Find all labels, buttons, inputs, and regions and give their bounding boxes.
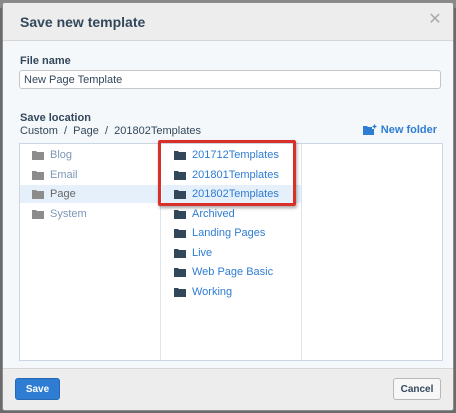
folder-item-archived[interactable]: Archived <box>162 205 301 223</box>
folder-icon <box>174 268 186 277</box>
folder-icon <box>32 190 44 199</box>
close-icon[interactable]: ✕ <box>427 12 443 28</box>
folder-column-empty <box>303 144 442 360</box>
folder-browser: Blog Email Page System 201712Templates 20180… <box>19 143 443 361</box>
folder-item-live[interactable]: Live <box>162 244 301 262</box>
folder-item-working[interactable]: Working <box>162 283 301 301</box>
folder-icon <box>32 170 44 180</box>
cancel-button[interactable]: Cancel <box>393 378 441 400</box>
folder-item-201712templates[interactable]: 201712Templates <box>162 146 301 164</box>
folder-item-label: 201802Templates <box>192 188 279 200</box>
folder-item-label: 201801Templates <box>192 168 279 181</box>
folder-item-label: Email <box>50 168 78 181</box>
folder-icon <box>174 151 186 160</box>
folder-item-label: System <box>50 207 87 220</box>
save-location-path: Custom / Page / 201802Templates <box>20 125 201 137</box>
folder-item-blog[interactable]: Blog <box>20 146 160 164</box>
folder-item-label: Archived <box>192 207 235 220</box>
folder-icon <box>174 248 186 258</box>
folder-item-label: Blog <box>50 149 73 161</box>
folder-icon <box>32 151 44 160</box>
folder-icon <box>174 190 186 199</box>
folder-icon <box>174 287 186 297</box>
dialog-header: Save new template ✕ <box>3 3 453 41</box>
folder-icon <box>174 209 186 219</box>
folder-icon <box>32 209 44 219</box>
folder-item-label: 201712Templates <box>192 149 279 161</box>
folder-column-page: 201712Templates 201801Templates 201802Temp… <box>162 144 302 360</box>
folder-column-root: Blog Email Page System <box>20 144 161 360</box>
folder-item-201802templates[interactable]: 201802Templates <box>162 185 301 203</box>
new-folder-label: New folder <box>380 124 437 136</box>
folder-item-label: Working <box>192 285 233 298</box>
folder-item-web-page-basic[interactable]: Web Page Basic <box>162 263 301 281</box>
new-folder-icon <box>362 124 377 135</box>
folder-item-page[interactable]: Page <box>20 185 160 203</box>
folder-icon <box>174 229 186 238</box>
folder-item-201801templates[interactable]: 201801Templates <box>162 166 301 184</box>
new-folder-button[interactable]: New folder <box>362 123 437 137</box>
dialog-title: Save new template <box>20 14 146 30</box>
folder-item-landing-pages[interactable]: Landing Pages <box>162 224 301 242</box>
folder-item-label: Page <box>50 188 76 200</box>
file-name-input[interactable] <box>19 70 441 89</box>
save-template-dialog: Save new template ✕ File name Save locat… <box>2 2 454 411</box>
folder-item-email[interactable]: Email <box>20 166 160 184</box>
folder-item-system[interactable]: System <box>20 205 160 223</box>
dialog-footer: Save Cancel <box>3 368 453 410</box>
save-button[interactable]: Save <box>15 378 60 400</box>
folder-item-label: Live <box>192 246 213 259</box>
file-name-label: File name <box>20 55 71 67</box>
folder-icon <box>174 170 186 180</box>
folder-item-label: Web Page Basic <box>192 266 274 278</box>
save-location-label: Save location <box>20 112 91 124</box>
folder-item-label: Landing Pages <box>192 227 266 239</box>
